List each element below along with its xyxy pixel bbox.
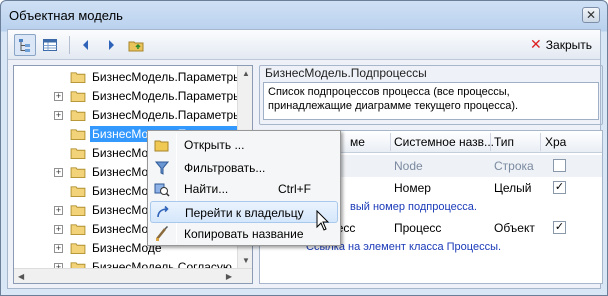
scroll-down-arrow-icon[interactable]: ▼ <box>242 256 250 265</box>
cell-type: Строка <box>494 159 534 173</box>
tree-item[interactable]: + БизнесМодель.Параметры <box>14 106 242 125</box>
expand-toggle-icon[interactable]: + <box>54 111 63 120</box>
menu-item-label: Найти... <box>184 182 229 196</box>
window-title: Объектная модель <box>9 7 123 23</box>
cell-system-name: Процесс <box>394 221 442 235</box>
expand-toggle-icon[interactable]: + <box>54 92 63 101</box>
tree-view-button[interactable] <box>14 33 36 56</box>
details-group-title: БизнесМодель.Подпроцессы <box>263 66 429 80</box>
column-header-type[interactable]: Тип <box>494 135 514 149</box>
folder-icon <box>70 224 86 235</box>
menu-item-label: Фильтровать... <box>184 161 266 175</box>
stored-checkbox[interactable] <box>553 159 566 172</box>
window-close-button[interactable]: ✕ <box>582 7 600 23</box>
folder-up-icon <box>128 41 144 51</box>
column-separator <box>390 133 391 151</box>
scroll-left-arrow-icon[interactable]: ◀ <box>18 272 24 281</box>
title-bar: Объектная модель ✕ <box>1 1 607 29</box>
menu-item[interactable]: Фильтровать... <box>150 157 338 179</box>
menu-item-label: Открыть ... <box>184 138 245 152</box>
column-separator <box>490 133 491 151</box>
copy-name-icon <box>156 226 169 241</box>
expand-toggle-icon[interactable]: + <box>54 244 63 253</box>
menu-item[interactable]: Открыть ... <box>150 134 338 156</box>
folder-icon <box>70 110 86 121</box>
menu-item-shortcut: Ctrl+F <box>278 182 311 196</box>
tree-item[interactable]: БизнесМодель.Параметры <box>14 68 242 87</box>
tree-item-label: БизнесМодель.Параметры <box>92 108 242 122</box>
close-button[interactable]: ✕ Закрыть <box>530 36 592 53</box>
open-folder-icon <box>154 140 169 152</box>
context-menu: Открыть ... Фильтровать... Найти... Ctrl+F П… <box>147 130 341 246</box>
tree-item-label: БизнесМодель.Параметры <box>92 70 242 84</box>
tree-horizontal-scrollbar[interactable]: ◀ ▶ <box>14 268 252 283</box>
toolbar-separator <box>69 35 70 54</box>
column-header-system-name[interactable]: Системное назв... <box>394 135 494 149</box>
menu-item[interactable]: Копировать название <box>150 223 338 245</box>
cell-system-name: Node <box>394 159 423 173</box>
description-box: Список подпроцессов процесса (все процес… <box>263 82 599 120</box>
forward-arrow-icon <box>109 39 114 50</box>
expand-toggle-icon[interactable]: + <box>54 225 63 234</box>
toolbar: ✕ Закрыть <box>8 30 600 60</box>
tree-view-icon <box>19 38 30 52</box>
menu-item[interactable]: Найти... Ctrl+F <box>150 178 338 200</box>
close-x-icon: ✕ <box>530 36 542 52</box>
folder-up-button[interactable] <box>125 34 147 56</box>
folder-icon <box>70 167 86 178</box>
go-to-owner-icon <box>157 205 169 218</box>
column-separator <box>540 133 541 151</box>
grid-view-button[interactable] <box>39 34 61 56</box>
folder-icon <box>70 205 86 216</box>
row-note: вый номер подпроцесса. <box>350 201 477 213</box>
folder-icon <box>70 91 86 102</box>
menu-item-label: Копировать название <box>184 227 304 241</box>
tree-item-label: БизнесМодель.Параметры <box>92 89 242 103</box>
grid-view-icon <box>43 38 57 51</box>
close-icon: ✕ <box>585 8 597 22</box>
menu-item-label: Перейти к владельцу <box>185 206 304 220</box>
forward-button[interactable] <box>100 34 122 56</box>
tree-item[interactable]: + БизнесМодель.Параметры <box>14 87 242 106</box>
stored-checkbox[interactable]: ✓ <box>553 181 566 194</box>
expand-toggle-icon[interactable]: + <box>54 206 63 215</box>
folder-icon <box>70 243 86 254</box>
back-arrow-icon <box>83 39 88 50</box>
scroll-right-arrow-icon[interactable]: ▶ <box>226 272 232 281</box>
cell-type: Целый <box>494 181 532 195</box>
find-icon <box>154 183 170 197</box>
column-header-stored[interactable]: Хра <box>545 135 566 149</box>
folder-icon <box>70 186 86 197</box>
folder-icon <box>70 148 86 159</box>
filter-icon <box>154 161 170 175</box>
folder-icon <box>70 129 86 140</box>
stored-checkbox[interactable]: ✓ <box>553 221 566 234</box>
close-label: Закрыть <box>545 37 592 52</box>
cell-system-name: Номер <box>394 181 431 195</box>
cell-type: Объект <box>494 221 535 235</box>
menu-item[interactable]: Перейти к владельцу <box>150 201 338 223</box>
folder-icon <box>70 72 86 83</box>
scroll-up-arrow-icon[interactable]: ▲ <box>242 69 250 78</box>
column-header-name[interactable]: ме <box>350 135 365 149</box>
mouse-cursor-icon <box>316 210 330 231</box>
back-button[interactable] <box>75 34 97 56</box>
expand-toggle-icon[interactable]: + <box>54 168 63 177</box>
